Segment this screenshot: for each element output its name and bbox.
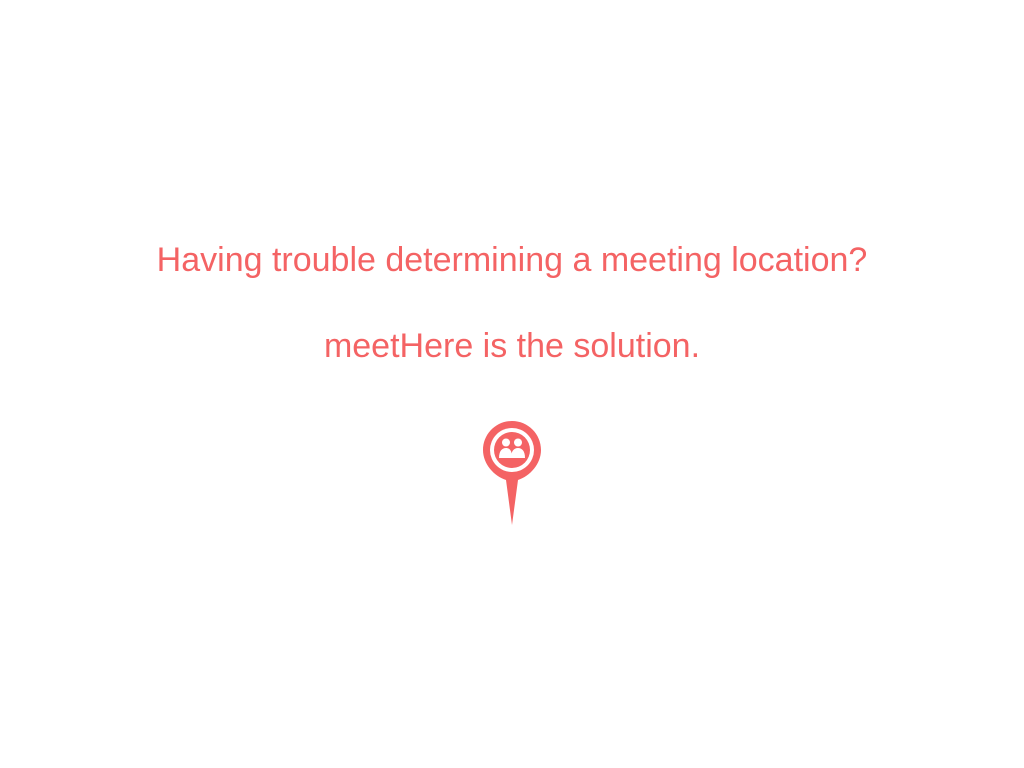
tagline-question: Having trouble determining a meeting loc… (156, 241, 868, 279)
slide: Having trouble determining a meeting loc… (0, 0, 1024, 768)
map-pin-people-icon (483, 421, 541, 525)
tagline-answer: meetHere is the solution. (323, 327, 701, 365)
